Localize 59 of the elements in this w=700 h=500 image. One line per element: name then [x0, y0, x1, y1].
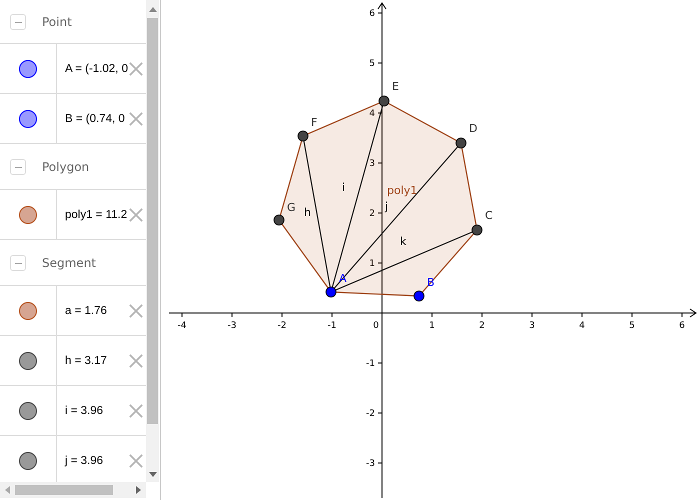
algebra-entry[interactable]: A = (-1.02, 0 — [65, 62, 128, 74]
group-title: Point — [42, 14, 72, 28]
visibility-marble[interactable] — [19, 110, 37, 128]
algebra-entry[interactable]: poly1 = 11.2 — [65, 208, 128, 220]
point-label: F — [311, 116, 318, 129]
algebra-entry[interactable]: i = 3.96 — [65, 404, 104, 416]
x-tick-label: -2 — [278, 321, 286, 331]
algebra-entry[interactable]: j = 3.96 — [65, 454, 104, 466]
algebra-entry[interactable]: a = 1.76 — [65, 304, 107, 316]
algebra-entry[interactable]: h = 3.17 — [65, 354, 107, 366]
point-label: C — [485, 209, 493, 222]
y-tick-label: 2 — [369, 209, 375, 219]
x-tick-label: 3 — [529, 321, 535, 331]
group-title: Polygon — [42, 160, 90, 174]
x-tick-label: -4 — [178, 321, 186, 331]
point-label: G — [287, 201, 296, 214]
horizontal-scrollbar[interactable] — [0, 482, 146, 498]
y-tick-label: 6 — [369, 9, 375, 19]
y-tick-label: 5 — [369, 59, 375, 69]
point-dot[interactable] — [456, 138, 466, 148]
point-dot[interactable] — [326, 286, 336, 298]
x-tick-label: -1 — [328, 321, 336, 331]
visibility-marble[interactable] — [19, 206, 37, 224]
x-tick-label: 2 — [479, 321, 485, 331]
visibility-marble[interactable] — [19, 402, 37, 420]
segment-label: h — [304, 206, 311, 219]
scroll-down-icon[interactable] — [148, 472, 156, 478]
y-tick-label: 4 — [369, 109, 375, 119]
group-title: Segment — [42, 256, 96, 270]
point-dot[interactable] — [414, 290, 424, 302]
x-tick-label: 1 — [429, 321, 435, 331]
visibility-marble[interactable] — [19, 60, 37, 78]
visibility-marble[interactable] — [19, 352, 37, 370]
segment-label: i — [342, 181, 346, 194]
segment-label: j — [385, 200, 388, 213]
y-tick-label: -3 — [366, 459, 375, 469]
x-tick-label: 4 — [579, 321, 585, 331]
x-tick-label: 0 — [373, 321, 379, 331]
scroll-right-icon[interactable] — [136, 486, 142, 494]
vertical-scrollbar[interactable] — [146, 0, 159, 482]
segment-label: k — [400, 235, 406, 248]
polygon-label: poly1 — [387, 184, 418, 197]
x-tick-label: 5 — [629, 321, 635, 331]
y-tick-label: -1 — [366, 359, 375, 369]
y-tick-label: -2 — [366, 409, 375, 419]
x-tick-label: 6 — [679, 321, 685, 331]
point-dot[interactable] — [298, 130, 308, 142]
visibility-marble[interactable] — [19, 302, 37, 320]
x-tick-label: -3 — [228, 321, 236, 331]
visibility-marble[interactable] — [19, 452, 37, 470]
point-dot[interactable] — [274, 214, 284, 226]
point-label: E — [392, 80, 399, 93]
scroll-up-icon[interactable] — [148, 6, 156, 12]
point-dot[interactable] — [472, 224, 482, 236]
point-label: D — [469, 122, 478, 135]
y-tick-label: 3 — [369, 159, 375, 169]
point-dot[interactable] — [378, 96, 390, 106]
algebra-entry[interactable]: B = (0.74, 0 — [65, 112, 125, 124]
y-tick-label: 1 — [369, 259, 375, 269]
